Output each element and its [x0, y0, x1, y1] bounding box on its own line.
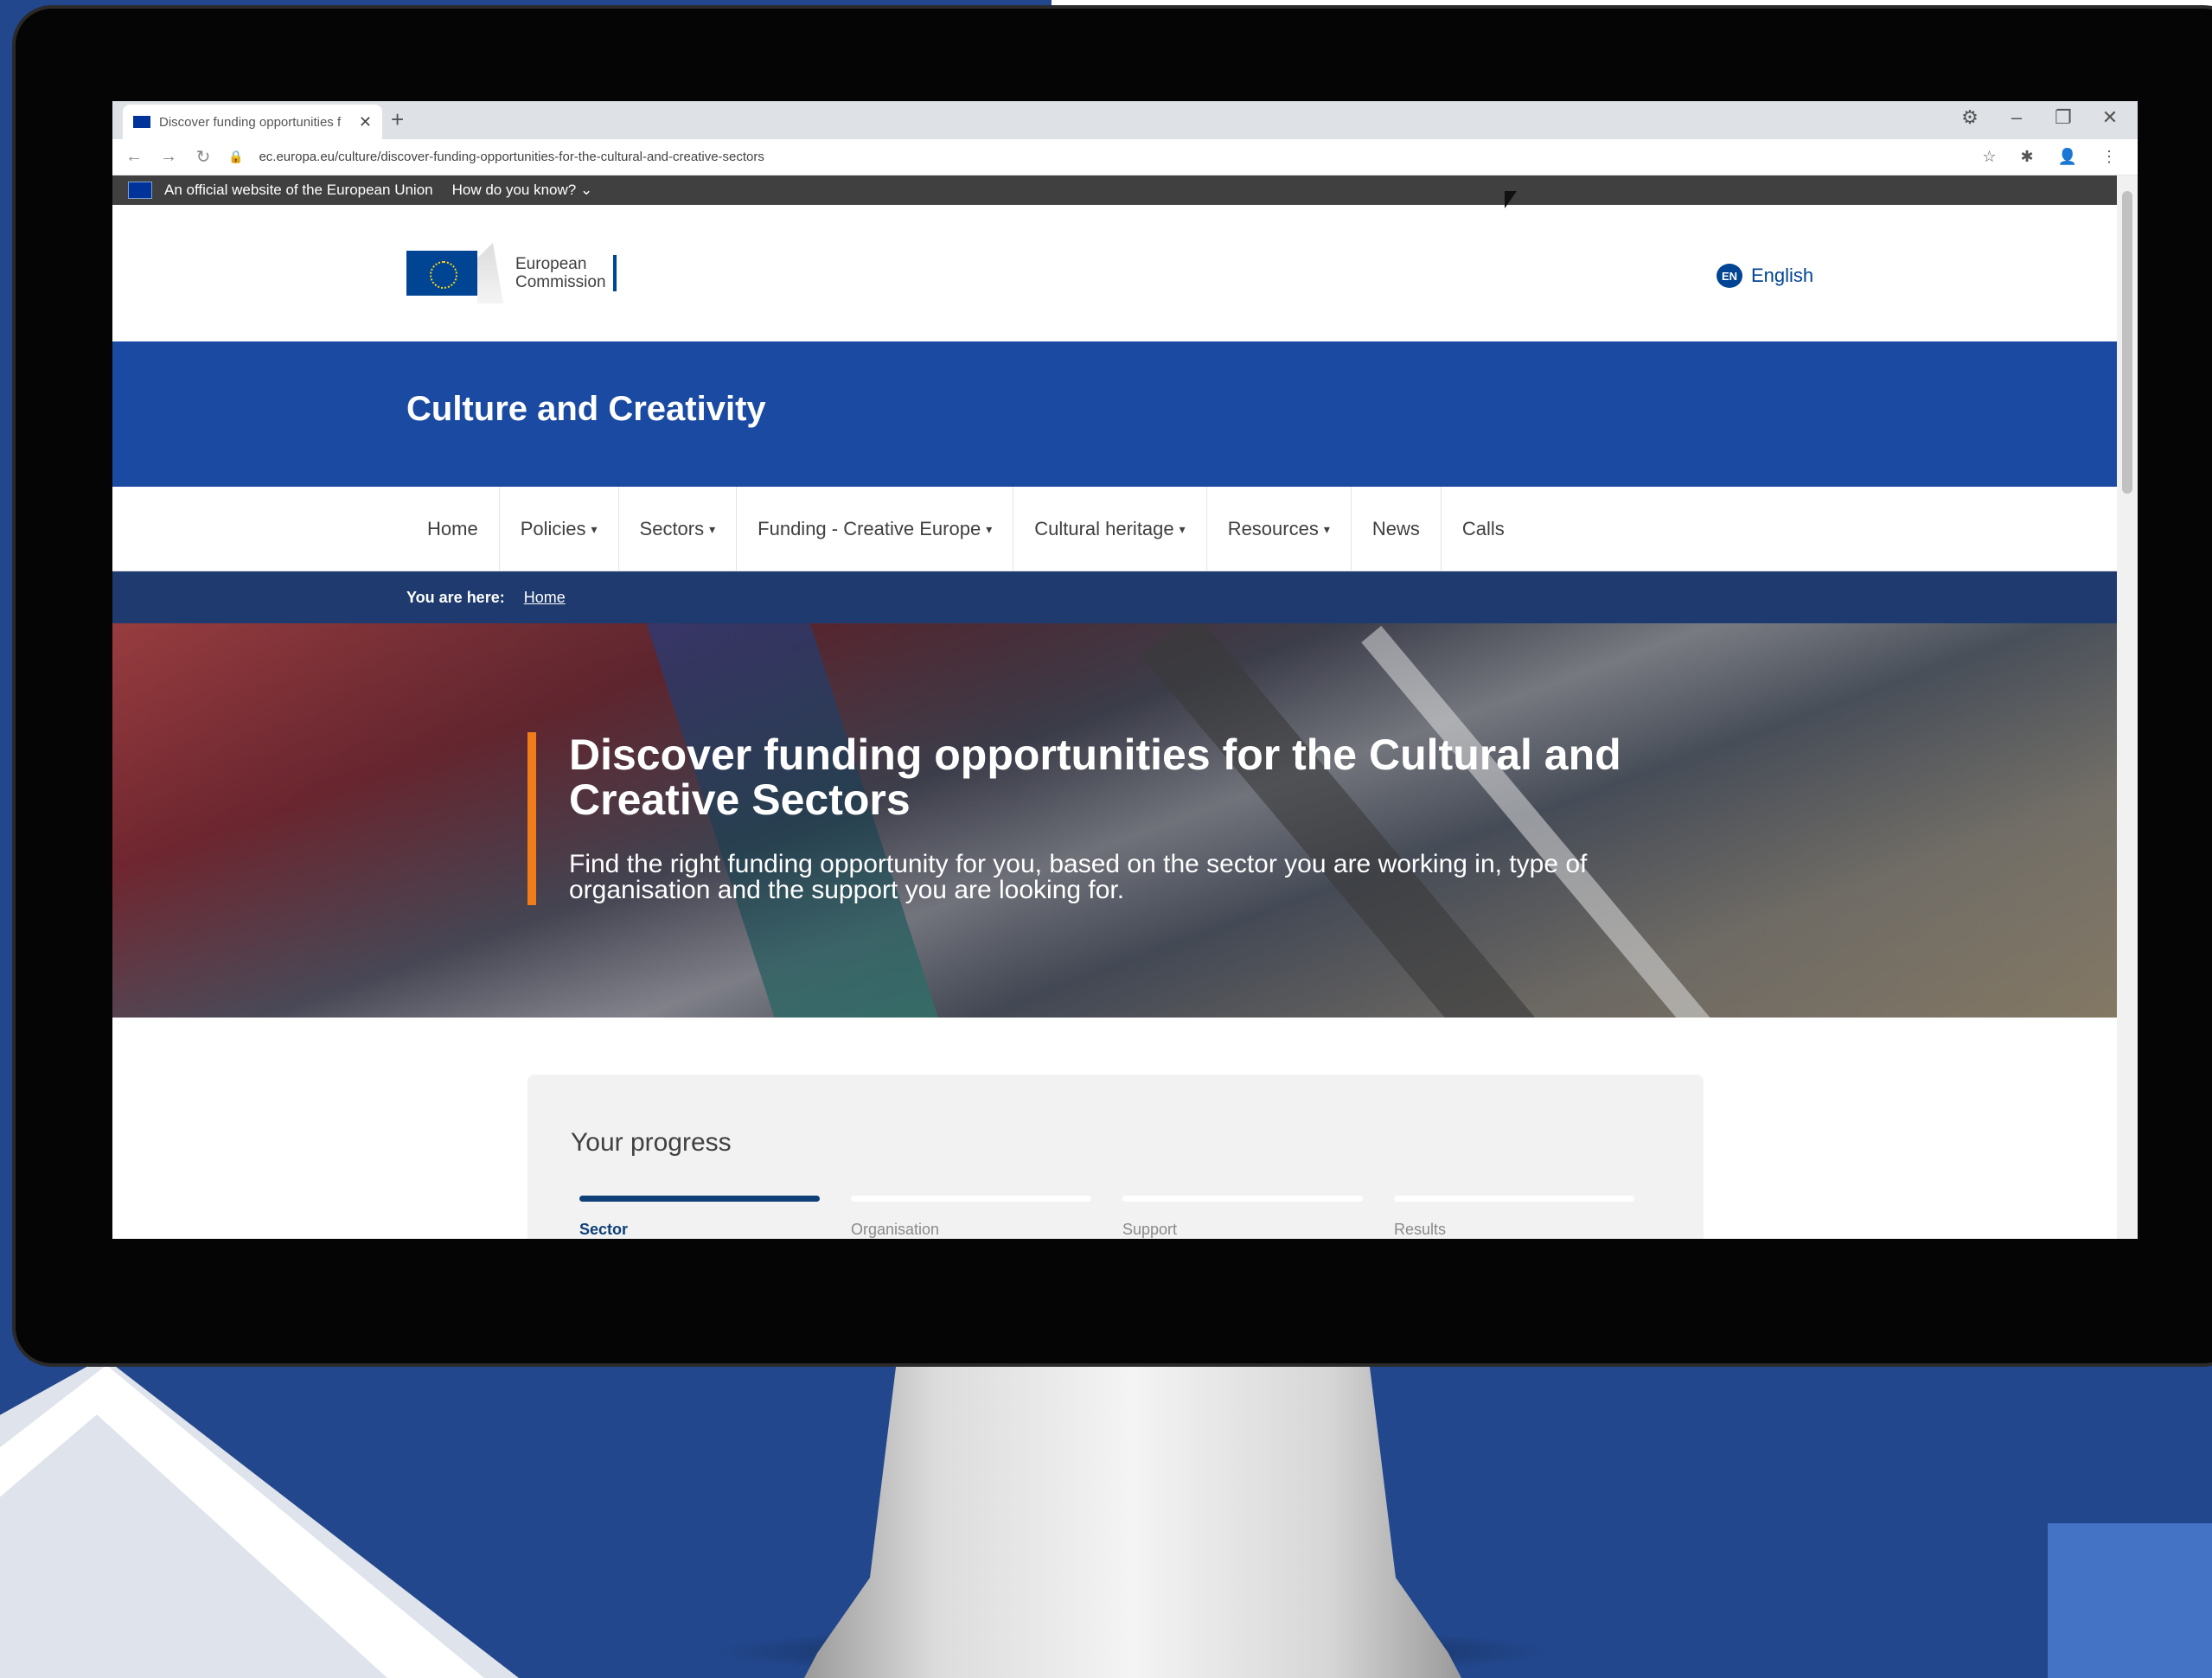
progress-step-bar: [579, 1196, 820, 1202]
eu-flag-icon: [128, 182, 152, 199]
caret-down-icon: ▾: [709, 521, 716, 536]
url-field[interactable]: ec.europa.eu/culture/discover-funding-op…: [259, 150, 1966, 164]
address-bar-actions: ☆ ✱ 👤 ⋮: [1982, 148, 2126, 166]
caret-down-icon: ▾: [1323, 521, 1330, 536]
caret-down-icon: ▾: [591, 521, 598, 536]
progress-step-label: Results: [1394, 1221, 1447, 1238]
nav-label: Resources: [1227, 518, 1319, 539]
window-controls: ⚙ – ❐ ✕: [1959, 106, 2120, 129]
back-button[interactable]: ←: [125, 147, 144, 167]
page-scrollbar[interactable]: [2117, 175, 2138, 1239]
nav-label: Funding - Creative Europe: [758, 518, 981, 539]
progress-card: Your progress Sector Organisation Suppor…: [527, 1075, 1704, 1239]
hero-subtitle: Find the right funding opportunity for y…: [569, 850, 1588, 904]
language-selector[interactable]: EN English: [1717, 264, 1813, 288]
profile-icon[interactable]: 👤: [2058, 148, 2077, 166]
browser-settings-icon[interactable]: ⚙: [1959, 106, 1980, 129]
page-content: Your progress Sector Organisation Suppor…: [112, 1018, 2117, 1239]
lock-icon[interactable]: 🔒: [228, 150, 243, 164]
site-header: European Commission EN English: [112, 205, 2117, 341]
hero-banner: Discover funding opportunities for the C…: [112, 623, 2117, 1018]
logo-line-1: European: [515, 255, 587, 273]
nav-label: Sectors: [639, 518, 705, 539]
extensions-icon[interactable]: ✱: [2020, 148, 2033, 166]
nav-item-funding[interactable]: Funding - Creative Europe ▾: [737, 487, 1014, 571]
new-tab-button[interactable]: +: [391, 106, 404, 133]
official-site-text: An official website of the European Unio…: [164, 182, 433, 198]
nav-item-sectors[interactable]: Sectors ▾: [619, 487, 738, 571]
hero-title: Discover funding opportunities for the C…: [569, 731, 1621, 824]
logo-stripes-icon: [477, 243, 503, 303]
breadcrumb-label: You are here:: [406, 588, 505, 606]
progress-step-bar: [851, 1196, 1091, 1202]
bookmark-star-icon[interactable]: ☆: [1982, 148, 1996, 166]
progress-title: Your progress: [571, 1128, 732, 1157]
progress-step-label: Organisation: [851, 1221, 940, 1238]
nav-item-home[interactable]: Home: [406, 487, 500, 571]
restore-button[interactable]: ❐: [2053, 106, 2074, 129]
nav-item-calls[interactable]: Calls: [1442, 487, 1525, 571]
nav-label: Calls: [1461, 518, 1505, 539]
hero-accent-bar: [527, 732, 536, 905]
background-blue-square: [2048, 1523, 2212, 1678]
nav-label: Cultural heritage: [1034, 518, 1174, 539]
eu-official-banner: An official website of the European Unio…: [112, 175, 2117, 205]
progress-step-organisation[interactable]: Organisation: [851, 1196, 1091, 1239]
minimize-button[interactable]: –: [2006, 106, 2027, 129]
progress-step-label: Sector: [579, 1221, 629, 1238]
caret-down-icon: ▾: [1179, 521, 1186, 536]
close-tab-icon[interactable]: ✕: [359, 113, 372, 131]
logo-text: European Commission: [515, 255, 617, 291]
progress-step-support[interactable]: Support: [1122, 1196, 1363, 1239]
tab-title: Discover funding opportunities f: [159, 114, 342, 130]
logo-line-2: Commission: [515, 273, 606, 291]
address-bar: ← → ↻ 🔒 ec.europa.eu/culture/discover-fu…: [112, 139, 2138, 175]
progress-steps: Sector Organisation Support Results: [579, 1196, 1634, 1239]
forward-button[interactable]: →: [159, 147, 178, 167]
nav-item-cultural-heritage[interactable]: Cultural heritage ▾: [1013, 487, 1207, 571]
site-name[interactable]: Culture and Creativity: [406, 390, 766, 429]
breadcrumb-home-link[interactable]: Home: [524, 589, 566, 607]
eu-flag-favicon-icon: [133, 116, 150, 128]
nav-label: Policies: [520, 518, 586, 539]
site-name-banner: Culture and Creativity: [112, 341, 2117, 487]
tab-bar: Discover funding opportunities f ✕ + ⚙ –…: [112, 101, 2138, 139]
browser-tab-active[interactable]: Discover funding opportunities f ✕: [123, 105, 382, 139]
nav-label: News: [1371, 518, 1420, 539]
caret-down-icon: ▾: [986, 521, 993, 536]
european-commission-logo[interactable]: European Commission: [406, 243, 617, 303]
progress-step-label: Support: [1122, 1221, 1178, 1238]
browser-menu-icon[interactable]: ⋮: [2101, 148, 2117, 166]
progress-step-sector[interactable]: Sector: [579, 1196, 820, 1239]
language-code-icon: EN: [1717, 264, 1742, 288]
monitor-stand: [804, 1364, 1461, 1678]
language-label: English: [1751, 265, 1814, 286]
main-navigation: Home Policies ▾ Sectors ▾ Funding - Creati…: [112, 487, 2117, 571]
nav-list: Home Policies ▾ Sectors ▾ Funding - Creati…: [406, 487, 1525, 571]
close-window-button[interactable]: ✕: [2100, 106, 2120, 129]
progress-step-results[interactable]: Results: [1394, 1196, 1634, 1239]
progress-step-bar: [1394, 1196, 1634, 1202]
nav-item-news[interactable]: News: [1352, 487, 1442, 571]
eu-flag-logo-icon: [406, 251, 477, 296]
nav-item-policies[interactable]: Policies ▾: [500, 487, 619, 571]
browser-window: Discover funding opportunities f ✕ + ⚙ –…: [112, 101, 2138, 1239]
scrollbar-thumb[interactable]: [2122, 191, 2132, 494]
progress-step-bar: [1122, 1196, 1363, 1202]
breadcrumb: You are here: Home: [112, 571, 2117, 623]
reload-button[interactable]: ↻: [194, 146, 213, 168]
nav-label: Home: [427, 518, 478, 539]
nav-item-resources[interactable]: Resources ▾: [1207, 487, 1352, 571]
how-do-you-know-link[interactable]: How do you know? ⌄: [452, 182, 593, 199]
